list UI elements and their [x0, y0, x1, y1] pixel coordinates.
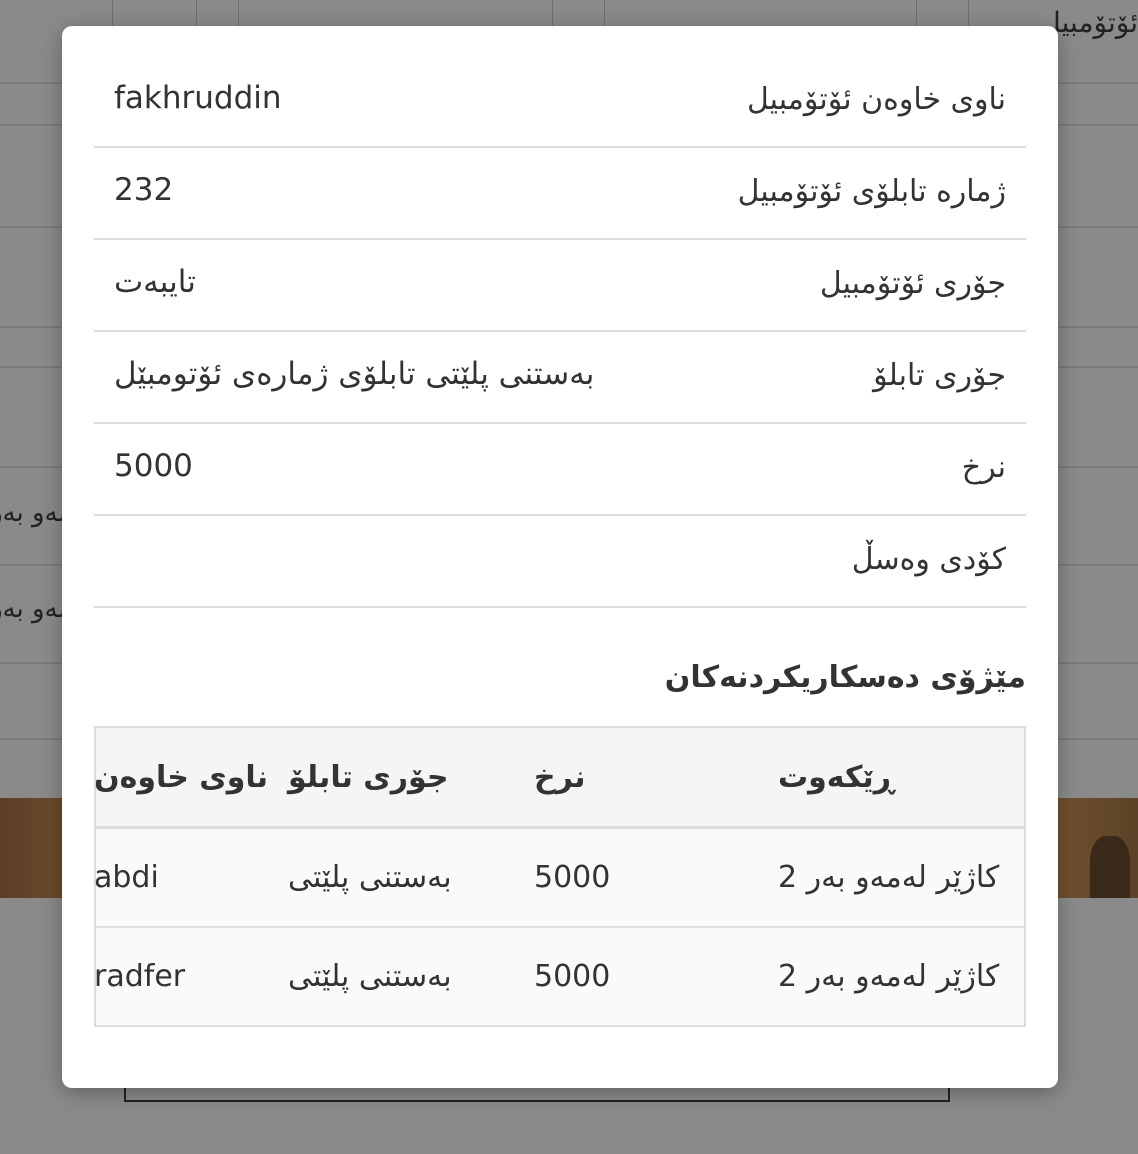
- detail-label: ژمارە تابلۆی ئۆتۆمبیل: [737, 174, 1006, 209]
- detail-value: 232: [114, 172, 174, 208]
- cell-price: 5000: [534, 860, 611, 895]
- details-modal: ناوی خاوەن ئۆتۆمبیل fakhruddin ژمارە تاب…: [62, 26, 1058, 1088]
- cell-plate-type: بەستنی پلێتی: [288, 860, 452, 895]
- header-price: نرخ: [534, 759, 586, 795]
- detail-label: ناوی خاوەن ئۆتۆمبیل: [746, 82, 1006, 117]
- detail-row-receipt-code: کۆدی وەسڵ: [94, 516, 1026, 608]
- history-table: ڕێکەوت نرخ جۆری تابلۆ ناوی خاوەن کاژێر ل…: [94, 726, 1026, 1027]
- cell-date: کاژێر لەمەو بەر 2: [778, 860, 1000, 895]
- detail-value: fakhruddin: [114, 80, 282, 116]
- history-table-header: ڕێکەوت نرخ جۆری تابلۆ ناوی خاوەن: [94, 728, 1024, 829]
- table-row: کاژێر لەمەو بەر 2 5000 بەستنی پلێتی radf…: [94, 928, 1024, 1025]
- detail-row-price: نرخ 5000: [94, 424, 1026, 516]
- detail-value: تایبەت: [114, 264, 196, 300]
- header-owner: ناوی خاوەن: [94, 759, 268, 795]
- header-plate-type: جۆری تابلۆ: [288, 759, 449, 795]
- cell-plate-type: بەستنی پلێتی: [288, 959, 452, 994]
- cell-date: کاژێر لەمەو بەر 2: [778, 959, 1000, 994]
- details-table: ناوی خاوەن ئۆتۆمبیل fakhruddin ژمارە تاب…: [94, 56, 1026, 608]
- cell-owner: abdi: [94, 860, 159, 895]
- history-section-title: مێژۆی دەسکاریکردنەکان: [664, 660, 1026, 695]
- table-row: کاژێر لەمەو بەر 2 5000 بەستنی پلێتی abdi: [94, 829, 1024, 928]
- detail-row-plate-type: جۆری تابلۆ بەستنی پلێتی تابلۆی ژمارەی ئۆ…: [94, 332, 1026, 424]
- detail-label: جۆری ئۆتۆمبیل: [819, 266, 1006, 301]
- detail-row-car-type: جۆری ئۆتۆمبیل تایبەت: [94, 240, 1026, 332]
- cell-owner: radfer: [94, 959, 186, 994]
- detail-value: بەستنی پلێتی تابلۆی ژمارەی ئۆتومبێل: [114, 356, 595, 392]
- detail-label: کۆدی وەسڵ: [851, 542, 1006, 577]
- detail-label: نرخ: [961, 450, 1006, 485]
- detail-row-plate-number: ژمارە تابلۆی ئۆتۆمبیل 232: [94, 148, 1026, 240]
- cell-price: 5000: [534, 959, 611, 994]
- detail-value: 5000: [114, 448, 193, 484]
- detail-row-owner-name: ناوی خاوەن ئۆتۆمبیل fakhruddin: [94, 56, 1026, 148]
- background-image-tree: [1090, 836, 1130, 898]
- detail-label: جۆری تابلۆ: [873, 358, 1006, 393]
- header-date: ڕێکەوت: [778, 759, 895, 795]
